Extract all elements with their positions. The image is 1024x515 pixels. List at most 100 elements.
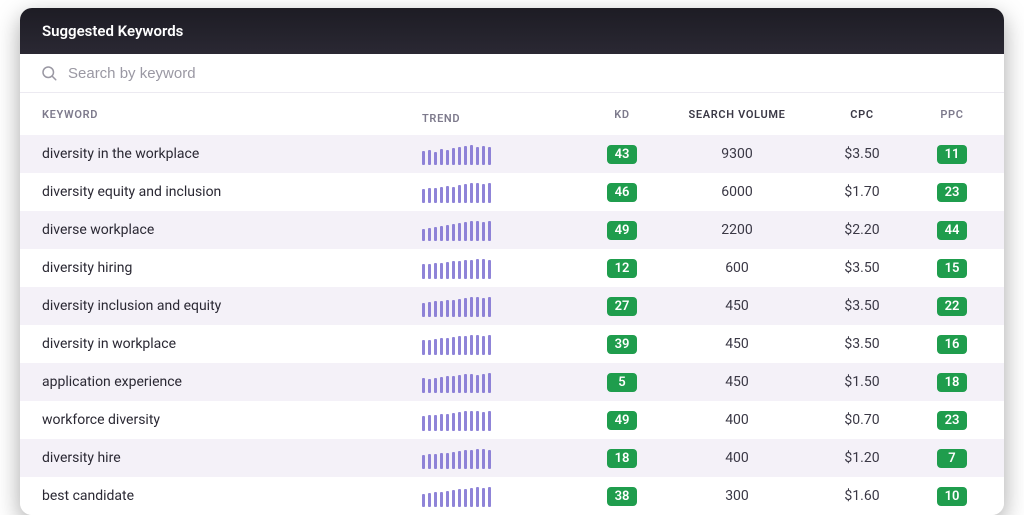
trend-bar bbox=[440, 377, 443, 393]
trend-bar bbox=[488, 335, 491, 355]
cell-trend bbox=[422, 485, 582, 507]
trend-bar bbox=[458, 451, 461, 469]
cell-ppc: 23 bbox=[912, 411, 992, 430]
search-row bbox=[20, 54, 1004, 93]
table-row[interactable]: workforce diversity49400$0.7023 bbox=[20, 401, 1004, 439]
trend-bar bbox=[470, 335, 473, 355]
col-volume: SEARCH VOLUME bbox=[662, 108, 812, 121]
trend-bar bbox=[470, 411, 473, 431]
trend-bar bbox=[464, 184, 467, 203]
cell-trend bbox=[422, 181, 582, 203]
trend-bar bbox=[464, 146, 467, 165]
trend-bar bbox=[482, 412, 485, 431]
trend-bar bbox=[470, 183, 473, 203]
table-row[interactable]: diversity hiring12600$3.5015 bbox=[20, 249, 1004, 287]
ppc-badge: 15 bbox=[937, 259, 968, 278]
trend-bar bbox=[434, 492, 437, 507]
trend-bar bbox=[434, 152, 437, 165]
kd-badge: 38 bbox=[607, 487, 638, 506]
trend-bar bbox=[476, 449, 479, 469]
cell-keyword: diversity equity and inclusion bbox=[42, 184, 422, 200]
cell-kd: 43 bbox=[582, 145, 662, 164]
trend-bar bbox=[446, 150, 449, 165]
trend-bar bbox=[488, 373, 491, 393]
trend-bar bbox=[428, 188, 431, 203]
cell-trend bbox=[422, 333, 582, 355]
trend-bar bbox=[482, 259, 485, 279]
cell-keyword: application experience bbox=[42, 374, 422, 390]
trend-bar bbox=[476, 487, 479, 507]
cell-kd: 46 bbox=[582, 183, 662, 202]
ppc-badge: 10 bbox=[937, 487, 968, 506]
cell-keyword: workforce diversity bbox=[42, 412, 422, 428]
trend-bar bbox=[434, 378, 437, 393]
cell-ppc: 23 bbox=[912, 183, 992, 202]
kd-badge: 49 bbox=[607, 221, 638, 240]
search-icon bbox=[40, 64, 58, 82]
trend-bar bbox=[446, 262, 449, 279]
ppc-badge: 23 bbox=[937, 183, 968, 202]
trend-bar bbox=[488, 260, 491, 279]
trend-bar bbox=[446, 300, 449, 317]
table-row[interactable]: application experience5450$1.5018 bbox=[20, 363, 1004, 401]
ppc-badge: 23 bbox=[937, 411, 968, 430]
trend-bar bbox=[458, 336, 461, 355]
trend-bar bbox=[482, 449, 485, 469]
cell-keyword: diversity hiring bbox=[42, 260, 422, 276]
kd-badge: 12 bbox=[607, 259, 638, 278]
trend-bar bbox=[422, 151, 425, 165]
trend-bar bbox=[428, 340, 431, 355]
cell-keyword: diversity hire bbox=[42, 450, 422, 466]
table-row[interactable]: diversity in workplace39450$3.5016 bbox=[20, 325, 1004, 363]
trend-bar bbox=[464, 450, 467, 469]
trend-bar bbox=[482, 146, 485, 165]
trend-bar bbox=[476, 147, 479, 165]
trend-bar bbox=[470, 145, 473, 165]
cell-volume: 400 bbox=[662, 450, 812, 466]
trend-bar bbox=[452, 413, 455, 431]
table-body: diversity in the workplace439300$3.5011d… bbox=[20, 135, 1004, 515]
trend-bar bbox=[458, 412, 461, 431]
table-row[interactable]: diverse workplace492200$2.2044 bbox=[20, 211, 1004, 249]
trend-bar bbox=[482, 374, 485, 393]
kd-badge: 27 bbox=[607, 297, 638, 316]
trend-bar bbox=[446, 186, 449, 203]
trend-bar bbox=[488, 487, 491, 507]
table-row[interactable]: diversity in the workplace439300$3.5011 bbox=[20, 135, 1004, 173]
ppc-badge: 22 bbox=[937, 297, 968, 316]
trend-bar bbox=[434, 415, 437, 431]
search-input[interactable] bbox=[68, 65, 984, 82]
trend-bar bbox=[464, 260, 467, 279]
keyword-table: KEYWORD TREND KD SEARCH VOLUME CPC PPC d… bbox=[20, 93, 1004, 515]
trend-bar bbox=[428, 264, 431, 279]
table-row[interactable]: diversity inclusion and equity27450$3.50… bbox=[20, 287, 1004, 325]
trend-bar bbox=[452, 376, 455, 393]
trend-bar bbox=[446, 414, 449, 431]
cell-kd: 38 bbox=[582, 487, 662, 506]
trend-bar bbox=[422, 378, 425, 393]
trend-bar bbox=[476, 221, 479, 241]
cell-trend bbox=[422, 447, 582, 469]
trend-bar bbox=[434, 188, 437, 203]
table-row[interactable]: diversity equity and inclusion466000$1.7… bbox=[20, 173, 1004, 211]
cell-keyword: diverse workplace bbox=[42, 222, 422, 238]
ppc-badge: 18 bbox=[937, 373, 968, 392]
kd-badge: 18 bbox=[607, 449, 638, 468]
cell-trend bbox=[422, 143, 582, 165]
trend-bar bbox=[470, 260, 473, 279]
trend-bar bbox=[464, 411, 467, 431]
trend-bar bbox=[482, 336, 485, 355]
trend-bar bbox=[476, 411, 479, 431]
trend-bar bbox=[476, 335, 479, 355]
trend-bar bbox=[476, 375, 479, 393]
ppc-badge: 44 bbox=[937, 221, 968, 240]
trend-bar bbox=[440, 187, 443, 203]
table-row[interactable]: diversity hire18400$1.207 bbox=[20, 439, 1004, 477]
kd-badge: 39 bbox=[607, 335, 638, 354]
trend-bar bbox=[440, 492, 443, 507]
trend-bar bbox=[452, 300, 455, 317]
table-row[interactable]: best candidate38300$1.6010 bbox=[20, 477, 1004, 515]
cell-keyword: diversity in the workplace bbox=[42, 146, 422, 162]
trend-bar bbox=[446, 376, 449, 393]
trend-bar bbox=[458, 489, 461, 507]
